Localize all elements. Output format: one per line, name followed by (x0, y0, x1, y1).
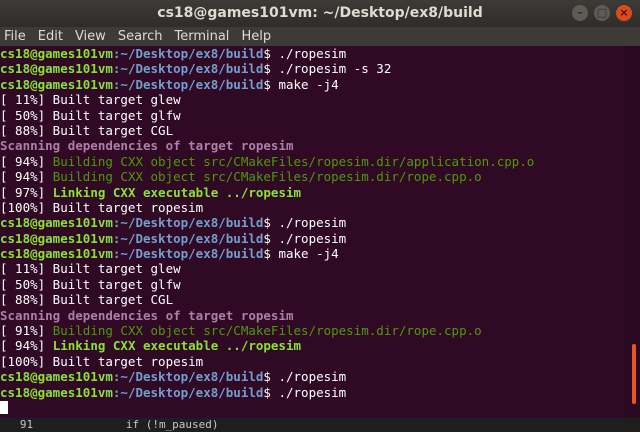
minimize-button[interactable]: – (572, 5, 588, 21)
prompt-dollar: $ (263, 369, 279, 385)
terminal-line: [ 94%] Linking CXX executable ../ropesim (0, 338, 624, 353)
command-text: ./ropesim (278, 384, 347, 400)
prompt-path: :~/Desktop/ex8/build (112, 46, 264, 61)
terminal-line: Scanning dependencies of target ropesim (0, 138, 624, 153)
prompt-dollar: $ (263, 46, 279, 61)
terminal-line: [ 88%] Built target CGL (0, 292, 624, 307)
close-button[interactable]: × (616, 5, 632, 21)
prompt-dollar: $ (263, 384, 279, 400)
terminal-line: [ 94%] Building CXX object src/CMakeFile… (0, 154, 624, 169)
prompt-user-host: cs18@games101vm (0, 61, 113, 77)
output-text: [ 50%] Built target glfw (0, 276, 181, 292)
command-text: ./ropesim (278, 369, 347, 385)
terminal-line: [ 88%] Built target CGL (0, 123, 624, 138)
title-bar[interactable]: cs18@games101vm: ~/Desktop/ex8/build – □… (0, 0, 640, 27)
terminal-line: cs18@games101vm:~/Desktop/ex8/build$ ./r… (0, 231, 624, 246)
output-text: [100%] Built target ropesim (0, 353, 204, 369)
terminal-output[interactable]: cs18@games101vm:~/Desktop/ex8/build$ ./r… (0, 46, 624, 432)
output-text: [ 11%] Built target glew (0, 92, 181, 108)
prompt-user-host: cs18@games101vm (0, 215, 113, 231)
terminal-line: cs18@games101vm:~/Desktop/ex8/build$ ./r… (0, 215, 624, 230)
progress-prefix: [ 97%] (0, 184, 53, 200)
menu-edit[interactable]: Edit (38, 29, 63, 44)
progress-prefix: [ 91%] (0, 323, 53, 339)
output-text: Building CXX object src/CMakeFiles/ropes… (52, 169, 482, 185)
prompt-path: :~/Desktop/ex8/build (112, 246, 264, 262)
output-text: Linking CXX executable ../ropesim (52, 184, 302, 200)
prompt-path: :~/Desktop/ex8/build (112, 76, 264, 92)
output-text: Scanning dependencies of target ropesim (0, 307, 294, 323)
terminal-line (0, 400, 624, 415)
terminal-line: Scanning dependencies of target ropesim (0, 308, 624, 323)
text-cursor (0, 400, 8, 414)
window-controls: – □ × (572, 5, 632, 21)
terminal-line: cs18@games101vm:~/Desktop/ex8/build$ ./r… (0, 46, 624, 61)
menu-file[interactable]: File (4, 29, 26, 44)
command-text: ./ropesim (278, 230, 347, 246)
command-text: make -j4 (278, 246, 339, 262)
maximize-button[interactable]: □ (594, 5, 610, 21)
output-text: Building CXX object src/CMakeFiles/ropes… (52, 153, 535, 169)
terminal-line: [100%] Built target ropesim (0, 200, 624, 215)
prompt-dollar: $ (263, 246, 279, 262)
menu-view[interactable]: View (75, 29, 106, 44)
output-text: [ 50%] Built target glfw (0, 107, 181, 123)
prompt-path: :~/Desktop/ex8/build (112, 215, 264, 231)
prompt-dollar: $ (263, 215, 279, 231)
terminal-line: [ 50%] Built target glfw (0, 277, 624, 292)
terminal-line: [ 11%] Built target glew (0, 261, 624, 276)
prompt-user-host: cs18@games101vm (0, 246, 113, 262)
menu-bar: File Edit View Search Terminal Help (0, 27, 640, 46)
terminal-line: cs18@games101vm:~/Desktop/ex8/build$ mak… (0, 246, 624, 261)
terminal-line: cs18@games101vm:~/Desktop/ex8/build$ mak… (0, 77, 624, 92)
prompt-path: :~/Desktop/ex8/build (112, 369, 264, 385)
progress-prefix: [ 94%] (0, 169, 53, 185)
terminal-line: cs18@games101vm:~/Desktop/ex8/build$ ./r… (0, 385, 624, 400)
terminal-window: cs18@games101vm: ~/Desktop/ex8/build – □… (0, 0, 640, 432)
terminal-line: [ 91%] Building CXX object src/CMakeFile… (0, 323, 624, 338)
output-text: Building CXX object src/CMakeFiles/ropes… (52, 323, 482, 339)
prompt-dollar: $ (263, 61, 279, 77)
terminal-line: [ 94%] Building CXX object src/CMakeFile… (0, 169, 624, 184)
prompt-path: :~/Desktop/ex8/build (112, 61, 264, 77)
progress-prefix: [ 94%] (0, 153, 53, 169)
terminal-scrollbar[interactable] (624, 46, 640, 432)
terminal-line: cs18@games101vm:~/Desktop/ex8/build$ ./r… (0, 61, 624, 76)
prompt-user-host: cs18@games101vm (0, 384, 113, 400)
output-text: [ 88%] Built target CGL (0, 292, 174, 308)
command-text: ./ropesim -s 32 (278, 61, 392, 77)
terminal-line: [100%] Built target ropesim (0, 354, 624, 369)
terminal-line: [ 11%] Built target glew (0, 92, 624, 107)
terminal-line: [ 50%] Built target glfw (0, 108, 624, 123)
prompt-dollar: $ (263, 76, 279, 92)
terminal-line: [ 97%] Linking CXX executable ../ropesim (0, 185, 624, 200)
background-editor-line: 91 if (!m_paused) (0, 418, 640, 432)
command-text: ./ropesim (278, 46, 347, 61)
output-text: [100%] Built target ropesim (0, 199, 204, 215)
progress-prefix: [ 94%] (0, 338, 53, 354)
menu-terminal[interactable]: Terminal (174, 29, 229, 44)
prompt-user-host: cs18@games101vm (0, 76, 113, 92)
command-text: ./ropesim (278, 215, 347, 231)
prompt-user-host: cs18@games101vm (0, 46, 113, 61)
scrollbar-thumb[interactable] (632, 344, 636, 404)
prompt-path: :~/Desktop/ex8/build (112, 384, 264, 400)
prompt-dollar: $ (263, 230, 279, 246)
window-title: cs18@games101vm: ~/Desktop/ex8/build (157, 5, 483, 21)
prompt-user-host: cs18@games101vm (0, 369, 113, 385)
prompt-path: :~/Desktop/ex8/build (112, 230, 264, 246)
command-text: make -j4 (278, 76, 339, 92)
output-text: [ 88%] Built target CGL (0, 122, 174, 138)
menu-help[interactable]: Help (241, 29, 271, 44)
menu-search[interactable]: Search (118, 29, 163, 44)
prompt-user-host: cs18@games101vm (0, 230, 113, 246)
terminal-line: cs18@games101vm:~/Desktop/ex8/build$ ./r… (0, 369, 624, 384)
output-text: Scanning dependencies of target ropesim (0, 138, 294, 154)
output-text: [ 11%] Built target glew (0, 261, 181, 277)
output-text: Linking CXX executable ../ropesim (52, 338, 302, 354)
